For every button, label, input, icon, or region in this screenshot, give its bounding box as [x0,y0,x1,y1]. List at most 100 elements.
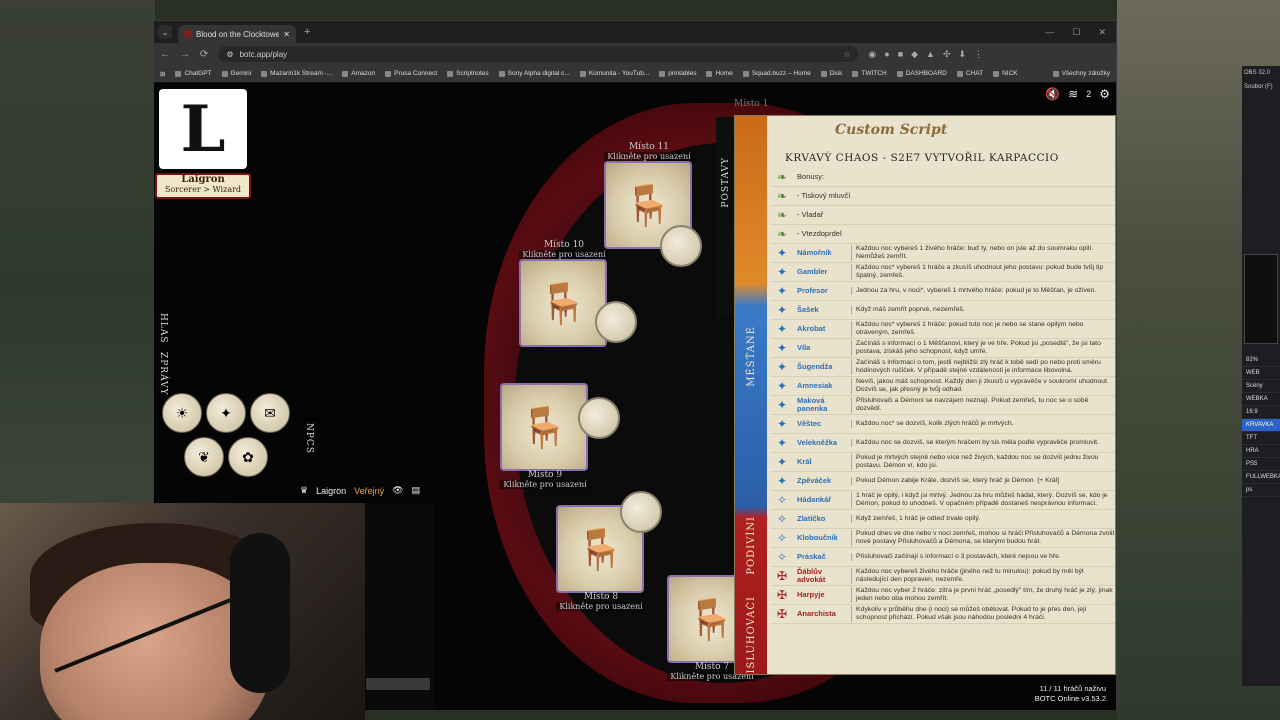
reload-icon[interactable]: ⟳ [200,49,208,60]
npc-token[interactable]: ✿ [228,437,268,477]
back-icon[interactable]: ← [160,49,170,60]
character-row[interactable]: ✦ Šugendža Začínáš s informací o tom, jest… [771,358,1115,377]
obs-scene[interactable]: FULLWEBKA [1242,471,1280,484]
puzzle-icon[interactable]: ✣ [943,49,951,60]
reminder-token[interactable] [578,397,620,439]
maximize-button[interactable]: ☐ [1072,27,1080,38]
eye-icon[interactable]: 👁 [392,485,403,496]
bookmark[interactable]: DASHBOARD [896,70,947,77]
bookmark-star-icon[interactable]: ☆ [843,50,850,59]
obs-window: OBS 32.0 Soubor (F) 82% WEB Scény WEBKA 1… [1242,66,1280,686]
npc-token[interactable]: ✦ [206,393,246,433]
bookmark[interactable]: Home [706,70,733,77]
mute-icon[interactable]: 🔇 [1045,87,1060,101]
character-row[interactable]: ✧ Zlatíčko Když zemřeš, 1 hráč je odteď tr… [771,510,1115,529]
address-bar[interactable]: ⚙ botc.app/play ☆ [218,46,859,62]
extension-icon[interactable]: ◉ [868,49,876,60]
character-row[interactable]: ❧ Bonusy: [771,168,1115,187]
settings-gear-icon[interactable]: ⚙ [1099,87,1110,101]
character-row[interactable]: ✦ Profesor Jednou za hru, v noci*, vybereš… [771,282,1115,301]
character-row[interactable]: ✧ Kloboučník Pokud dnes ve dne nebo v noci… [771,529,1115,548]
character-row[interactable]: ✦ Zpěváček Pokud Démon zabije Krále, dozví… [771,472,1115,491]
npc-token[interactable]: ❦ [184,437,224,477]
character-row[interactable]: ✦ Námořník Každou noc vybereš 1 živého hrá… [771,244,1115,263]
extension-icon[interactable]: ■ [898,49,903,60]
download-icon[interactable]: ⬇ [959,49,967,60]
bookmark[interactable]: Mazarin1k Stream -... [261,70,332,77]
bookmark[interactable]: Scriptnotes [447,70,489,77]
extension-icon[interactable]: ● [884,49,889,60]
minimize-button[interactable]: — [1045,27,1054,38]
bookmark[interactable]: printables [659,70,696,77]
visibility-toggle[interactable]: Veřejný [354,486,384,496]
apps-icon[interactable]: ⊞ [160,70,165,78]
obs-scene[interactable]: HRA [1242,445,1280,458]
character-row[interactable]: ✦ Věštec Každou noc* se dozvíš, kolik zlýc… [771,415,1115,434]
obs-web[interactable]: WEB [1242,367,1280,380]
character-row[interactable]: ✧ Hádankář 1 hráč je opilý, i když jsi mrt… [771,491,1115,510]
tab-botc[interactable]: Blood on the Clocktower Online ✕ [178,25,296,43]
npc-token[interactable]: ✉ [250,393,290,433]
script-sheet[interactable]: MĚŠŤANÉ PODIVÍNI PŘISLUHOVAČI Custom Scr… [734,115,1116,675]
bookmark[interactable]: Squad.buzz – Home [742,70,811,77]
all-bookmarks[interactable]: Všechny záložky [1052,70,1110,77]
tab-search-button[interactable]: ⌄ [158,25,172,39]
character-row[interactable]: ✠ Ďáblův advokát Každou noc vybereš živého… [771,567,1115,586]
obs-scene[interactable]: KRVAVKA [1242,419,1280,432]
bookmark[interactable]: Gemini [221,70,251,77]
characters-tab[interactable]: POSTAVY [716,117,736,317]
character-row[interactable]: ✧ Práskač Přisluhovači začínají s informac… [771,548,1115,567]
character-row[interactable]: ✦ Maková panenka Přisluhovači a Démoni se … [771,396,1115,415]
extension-icon[interactable]: ◆ [911,49,918,60]
character-row[interactable]: ❧ - Vladař [771,206,1115,225]
obs-scene[interactable]: PS5 [1242,458,1280,471]
character-row[interactable]: ❧ - Vtezdoprdel [771,225,1115,244]
character-row[interactable]: ✠ Anarchista Kdykoliv v průběhu dne (i noc… [771,605,1115,624]
seat-9[interactable]: 🪑 Místo 9 Klikněte pro usazení [500,383,620,489]
character-row[interactable]: ✦ Šašek Když máš zemřít poprvé, nezemřeš. [771,301,1115,320]
player-character-card[interactable]: L Laigron Sorcerer > Wizard [155,89,251,199]
bookmark[interactable]: Prusa Connect [385,70,437,77]
new-tab-button[interactable]: + [304,26,310,38]
obs-scene[interactable]: TFT [1242,432,1280,445]
chat-input[interactable] [366,678,430,690]
bookmark[interactable]: CHAT [956,70,983,77]
bookmark[interactable]: Amazon [342,70,375,77]
close-tab-icon[interactable]: ✕ [283,30,290,39]
tab-messages[interactable]: ZPRÁVY [158,352,168,396]
user-name[interactable]: Laigron [316,486,346,496]
site-info-icon[interactable]: ⚙ [226,50,233,59]
bookmark[interactable]: Disk [820,70,842,77]
forward-icon[interactable]: → [180,49,190,60]
reminder-token[interactable] [595,301,637,343]
reminder-token[interactable] [620,491,662,533]
character-row[interactable]: ❧ - Tiskový mluvčí [771,187,1115,206]
character-row[interactable]: ✦ Akrobat Každou noc* vybereš 1 hráče: pok… [771,320,1115,339]
menu-icon[interactable]: ⋮ [974,49,983,60]
character-row[interactable]: ✦ Amnesiak Nevíš, jakou máš schopnost. Kaž… [771,377,1115,396]
extension-icon[interactable]: ▲ [926,49,935,60]
reminder-token[interactable] [660,225,702,267]
character-row[interactable]: ✦ Král Pokud je mrtvých stejně nebo více n… [771,453,1115,472]
bookmark[interactable]: TWITCH [852,70,887,77]
bookmark[interactable]: Komunita - YouTub... [579,70,649,77]
seat-11[interactable]: Místo 11 Klikněte pro usazení 🪑 [604,143,702,267]
bookmark[interactable]: Sony Alpha digital c... [498,70,570,77]
obs-scene[interactable]: ps [1242,484,1280,497]
bookmark[interactable]: ChatGPT [175,70,212,77]
tab-voice[interactable]: HLAS [158,313,168,344]
character-row[interactable]: ✦ Velekněžka Každou noc se dozvíš, se kter… [771,434,1115,453]
obs-menu[interactable]: Soubor (F) [1242,80,1280,94]
character-row[interactable]: ✦ Víla Začínáš s informací o 1 Měšťanovi, … [771,339,1115,358]
obs-scene[interactable]: WEBKA [1242,393,1280,406]
close-window-button[interactable]: ✕ [1098,27,1106,38]
obs-scene[interactable]: 16:9 [1242,406,1280,419]
grimoire-icon[interactable]: ▤ [412,485,421,496]
npc-token[interactable]: ☀ [162,393,202,433]
bookmark[interactable]: NICK [993,70,1018,77]
seat-8[interactable]: 🪑 Místo 8 Klikněte pro usazení [556,491,662,611]
seat-10[interactable]: Místo 10 Klikněte pro usazení 🪑 [519,241,637,347]
character-icon: ✦ [776,246,788,260]
character-row[interactable]: ✠ Harpyje Každou noc vyber 2 hráče: zítra … [771,586,1115,605]
character-row[interactable]: ✦ Gambler Každou noc* vybereš 1 hráče a zk… [771,263,1115,282]
